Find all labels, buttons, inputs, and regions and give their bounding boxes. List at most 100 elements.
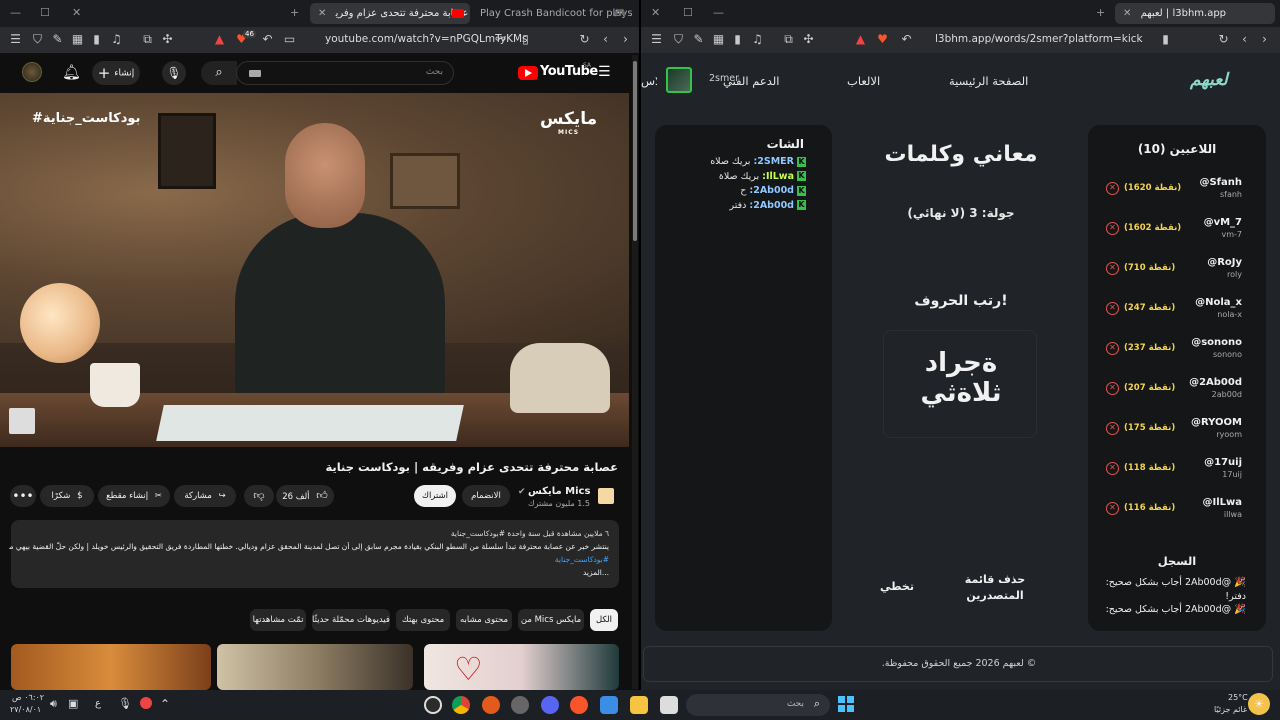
- voice-search-icon[interactable]: 🎙︎: [162, 61, 186, 85]
- windows-start-icon[interactable]: [838, 696, 854, 712]
- channel-watermark-icon[interactable]: [9, 408, 35, 434]
- store-icon[interactable]: [600, 696, 618, 714]
- reload-icon[interactable]: ↻: [577, 32, 592, 47]
- description-more-link[interactable]: ...المزيد: [583, 568, 609, 577]
- remove-player-icon[interactable]: ✕: [1106, 342, 1119, 355]
- microphone-icon[interactable]: 🎙︎: [118, 697, 132, 710]
- vpn-icon[interactable]: ▲: [212, 32, 227, 47]
- avatar[interactable]: [22, 62, 42, 82]
- notifications-bell-icon[interactable]: 🔔︎: [62, 63, 81, 81]
- search-input[interactable]: بحث: [236, 61, 454, 85]
- chrome-icon[interactable]: [452, 696, 470, 714]
- scrollbar-thumb[interactable]: [633, 61, 637, 241]
- like-button[interactable]: 26 ألف 👍︎: [276, 485, 334, 507]
- video-thumbnail[interactable]: [11, 644, 211, 690]
- extension-icon[interactable]: ✎: [691, 32, 706, 47]
- user-avatar[interactable]: [666, 67, 692, 93]
- music-icon[interactable]: ♫: [750, 32, 765, 47]
- task-view-icon[interactable]: [660, 696, 678, 714]
- chip-similar[interactable]: محتوى مشابه: [456, 609, 512, 631]
- chip-recently-uploaded[interactable]: فيديوهات محمّلة حديثًا: [312, 609, 390, 631]
- sidebar-icon[interactable]: ▮: [89, 32, 104, 47]
- tab-l3bhm[interactable]: ✕ لعبهم | l3bhm.app: [1115, 3, 1275, 24]
- menu-icon[interactable]: ☰: [649, 32, 664, 47]
- grid-icon[interactable]: ▦: [711, 32, 726, 47]
- link-icon[interactable]: ⚯: [493, 32, 508, 47]
- brave-shield-icon[interactable]: ♥: [875, 32, 890, 47]
- menu-icon[interactable]: ☰: [8, 32, 23, 47]
- network-icon[interactable]: ▣: [68, 697, 78, 710]
- volume-icon[interactable]: 🔊︎: [50, 697, 57, 711]
- chip-all[interactable]: الكل: [590, 609, 618, 631]
- minimize-icon[interactable]: —: [10, 6, 21, 20]
- forward-icon[interactable]: ›: [1257, 32, 1272, 47]
- taskbar-search-input[interactable]: ⌕ بحث: [686, 694, 830, 716]
- settings-gear-icon[interactable]: [424, 696, 442, 714]
- discord-icon[interactable]: [541, 696, 559, 714]
- back-history-icon[interactable]: ↶: [260, 32, 275, 47]
- more-actions-button[interactable]: •••: [10, 485, 36, 507]
- skip-button[interactable]: تخطي: [871, 580, 923, 593]
- remove-player-icon[interactable]: ✕: [1106, 422, 1119, 435]
- remove-player-icon[interactable]: ✕: [1106, 502, 1119, 515]
- video-thumbnail[interactable]: ♡: [424, 644, 619, 690]
- music-icon[interactable]: ♫: [109, 32, 124, 47]
- file-explorer-icon[interactable]: [630, 696, 648, 714]
- user-handle[interactable]: 2smer: [709, 73, 739, 84]
- app-icon[interactable]: [511, 696, 529, 714]
- back-history-icon[interactable]: ↶: [899, 32, 914, 47]
- keyboard-icon[interactable]: [249, 70, 261, 77]
- channel-name[interactable]: Mics مايكس: [528, 486, 590, 497]
- description-hashtag[interactable]: #بودكاست_جناية: [555, 555, 609, 564]
- nav-home[interactable]: الصفحة الرئيسية: [949, 74, 1028, 88]
- weather-temp[interactable]: 25°C: [1228, 693, 1248, 702]
- puzzle-icon[interactable]: ✣: [160, 32, 175, 47]
- remove-player-icon[interactable]: ✕: [1106, 462, 1119, 475]
- video-thumbnail[interactable]: [217, 644, 413, 690]
- sidebar-icon[interactable]: ▮: [730, 32, 745, 47]
- brave-browser-icon[interactable]: [570, 696, 588, 714]
- chip-from-channel[interactable]: من Mics مايكس: [518, 609, 584, 631]
- grid-icon[interactable]: ▦: [70, 32, 85, 47]
- description-box[interactable]: ٦ ملايين مشاهدة قبل سنة واحدة #بودكاست_ج…: [9, 520, 619, 588]
- tab-youtube-video[interactable]: ✕ عصابة محترفة تتحدى عزام وفرﻳ: [310, 3, 470, 24]
- chip-watched[interactable]: تمّت مشاهدتها: [250, 609, 306, 631]
- minimize-icon[interactable]: —: [713, 6, 724, 20]
- channel-avatar[interactable]: [598, 488, 614, 504]
- close-window-icon[interactable]: ✕: [651, 6, 660, 20]
- tab-crash-bandicoot[interactable]: Play Crash Bandicoot for playstation 🎮: [472, 3, 632, 24]
- back-icon[interactable]: ‹: [1237, 32, 1252, 47]
- tray-app-icon[interactable]: [140, 697, 152, 709]
- screenshot-icon[interactable]: ⧉: [140, 32, 155, 47]
- nav-more[interactable]: الاس: [641, 74, 657, 88]
- remove-player-icon[interactable]: ✕: [1106, 262, 1119, 275]
- join-button[interactable]: الانضمام: [462, 485, 510, 507]
- remove-player-icon[interactable]: ✕: [1106, 382, 1119, 395]
- weather-icon[interactable]: ☀: [1248, 693, 1270, 715]
- site-logo[interactable]: لعبهم: [1190, 70, 1228, 90]
- remove-player-icon[interactable]: ✕: [1106, 222, 1119, 235]
- remove-player-icon[interactable]: ✕: [1106, 302, 1119, 315]
- back-icon[interactable]: ‹: [598, 32, 613, 47]
- dislike-button[interactable]: 👎︎: [244, 485, 274, 507]
- search-icon[interactable]: ⌕: [201, 61, 237, 85]
- close-tab-icon[interactable]: ✕: [318, 8, 326, 19]
- clip-button[interactable]: إنشاء مقطع ✂: [98, 485, 170, 507]
- clock-date[interactable]: ٢٧/٠٨/٠١: [10, 705, 41, 714]
- bookmark-icon[interactable]: ▯: [518, 32, 533, 47]
- puzzle-icon[interactable]: ✣: [801, 32, 816, 47]
- create-button[interactable]: + إنشاء: [92, 61, 140, 85]
- firefox-icon[interactable]: [482, 696, 500, 714]
- bookmark-icon[interactable]: ▮: [1158, 32, 1173, 47]
- new-tab-icon[interactable]: +: [290, 6, 299, 20]
- extension-icon[interactable]: ✎: [50, 32, 65, 47]
- share-button[interactable]: مشاركة ↪: [174, 485, 236, 507]
- reload-icon[interactable]: ↻: [1216, 32, 1231, 47]
- maximize-icon[interactable]: ☐: [683, 6, 693, 20]
- screenshot-icon[interactable]: ⧉: [781, 32, 796, 47]
- right-url-bar[interactable]: l3bhm.app/words/2smer?platform=kick: [935, 33, 1143, 45]
- forward-icon[interactable]: ›: [618, 32, 633, 47]
- maximize-icon[interactable]: ☐: [40, 6, 50, 20]
- thanks-button[interactable]: شكرًا $: [40, 485, 94, 507]
- clock-time[interactable]: ٠٦:٠٢ ص: [12, 693, 44, 702]
